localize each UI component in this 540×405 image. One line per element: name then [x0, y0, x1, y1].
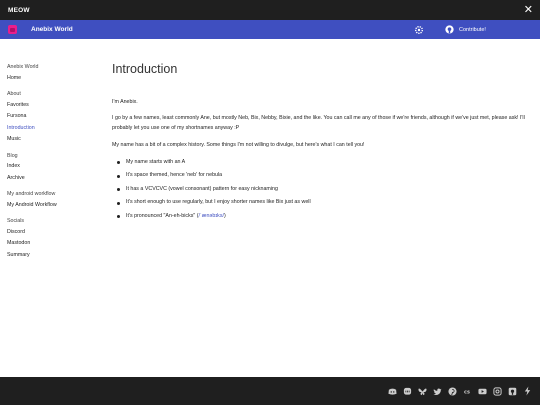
close-icon[interactable]: ✕	[524, 4, 533, 16]
main-content: Introduction I'm Anebix. I go by a few n…	[112, 62, 532, 223]
sidebar-item-music[interactable]: Music	[7, 134, 97, 146]
pronunciation-close: )	[223, 212, 226, 219]
nav-section-about: About Favorites Fursona Introduction Mus…	[7, 89, 97, 146]
bullet-icon	[117, 215, 120, 219]
twitter-icon[interactable]	[432, 386, 442, 396]
sidebar-item-index[interactable]: Index	[7, 161, 97, 173]
bullet-icon	[117, 188, 120, 192]
site-header: Anebix World Contribute!	[0, 20, 540, 39]
site-logo-icon[interactable]	[8, 25, 17, 34]
nav-heading: Blog	[7, 152, 18, 159]
sidebar-item-fursona[interactable]: Fursona	[7, 111, 97, 123]
sidebar-item-summary[interactable]: Summary	[7, 250, 97, 262]
contribute-label: Contribute!	[459, 26, 486, 33]
nav-section-android-workflow: My android workflow My Android Workflow	[7, 189, 97, 211]
youtube-icon[interactable]	[477, 386, 487, 396]
mastodon-icon[interactable]	[402, 386, 412, 396]
history-paragraph: My name has a bit of a complex history. …	[112, 141, 365, 148]
list-item: It has a VCVCVC (vowel consonant) patter…	[112, 183, 532, 197]
nav-section-anebix-world: Anebix World Home	[7, 62, 97, 84]
bullet-icon	[117, 201, 120, 205]
social-icons: cs	[382, 386, 532, 396]
github-icon[interactable]	[507, 386, 517, 396]
list-item: My name starts with an A	[112, 156, 532, 170]
nav-heading: About	[7, 91, 21, 97]
bullet-icon	[117, 161, 120, 165]
discord-icon[interactable]	[387, 386, 397, 396]
svg-text:cs: cs	[464, 389, 470, 395]
lastfm-icon[interactable]: cs	[462, 386, 472, 396]
list-item: It's space themed, hence 'neb' for nebul…	[112, 169, 532, 183]
pronunciation-text: It's pronounced "An-eh-bicks" (	[126, 212, 199, 219]
sidebar-item-favorites[interactable]: Favorites	[7, 100, 97, 112]
nav-heading: My android workflow	[7, 191, 56, 197]
sidebar-item-introduction[interactable]: Introduction	[7, 123, 97, 135]
page-title: Introduction	[112, 62, 178, 76]
site-title[interactable]: Anebix World	[31, 26, 73, 33]
sidebar-item-archive[interactable]: Archive	[7, 173, 97, 185]
site-footer: cs	[0, 377, 540, 405]
nav-heading: Socials	[7, 218, 25, 224]
window-titlebar: MEOW ✕	[0, 0, 540, 20]
sidebar-item-home[interactable]: Home	[7, 73, 97, 85]
ipa-link[interactable]: /ˈænəbɪks/	[199, 210, 224, 224]
github-icon	[445, 25, 454, 34]
nav-section-socials: Socials Discord Mastodon Summary	[7, 216, 97, 261]
name-facts-list: My name starts with an A It's space them…	[112, 156, 532, 224]
names-paragraph: I go by a few names, least commonly Ane,…	[112, 115, 525, 132]
sidebar-nav: Anebix World Home About Favorites Furson…	[7, 62, 97, 266]
intro-paragraph: I'm Anebix.	[112, 99, 138, 105]
window-title: MEOW	[8, 6, 30, 14]
bullet-icon	[117, 174, 120, 178]
settings-gear-icon[interactable]	[413, 24, 424, 35]
nav-section-blog: Blog Index Archive	[7, 151, 97, 185]
instagram-icon[interactable]	[492, 386, 502, 396]
pinterest-icon[interactable]	[447, 386, 457, 396]
kofi-icon[interactable]	[522, 386, 532, 396]
contribute-link[interactable]: Contribute!	[445, 24, 486, 35]
nav-heading: Anebix World	[7, 64, 39, 70]
sidebar-item-my-android-workflow[interactable]: My Android Workflow	[7, 200, 97, 212]
sidebar-item-discord[interactable]: Discord	[7, 227, 97, 239]
bluesky-icon[interactable]	[417, 386, 427, 396]
list-item: It's pronounced "An-eh-bicks" (/ˈænəbɪks…	[112, 210, 532, 224]
sidebar-item-mastodon[interactable]: Mastodon	[7, 238, 97, 250]
list-item: It's short enough to use regularly, but …	[112, 196, 532, 210]
